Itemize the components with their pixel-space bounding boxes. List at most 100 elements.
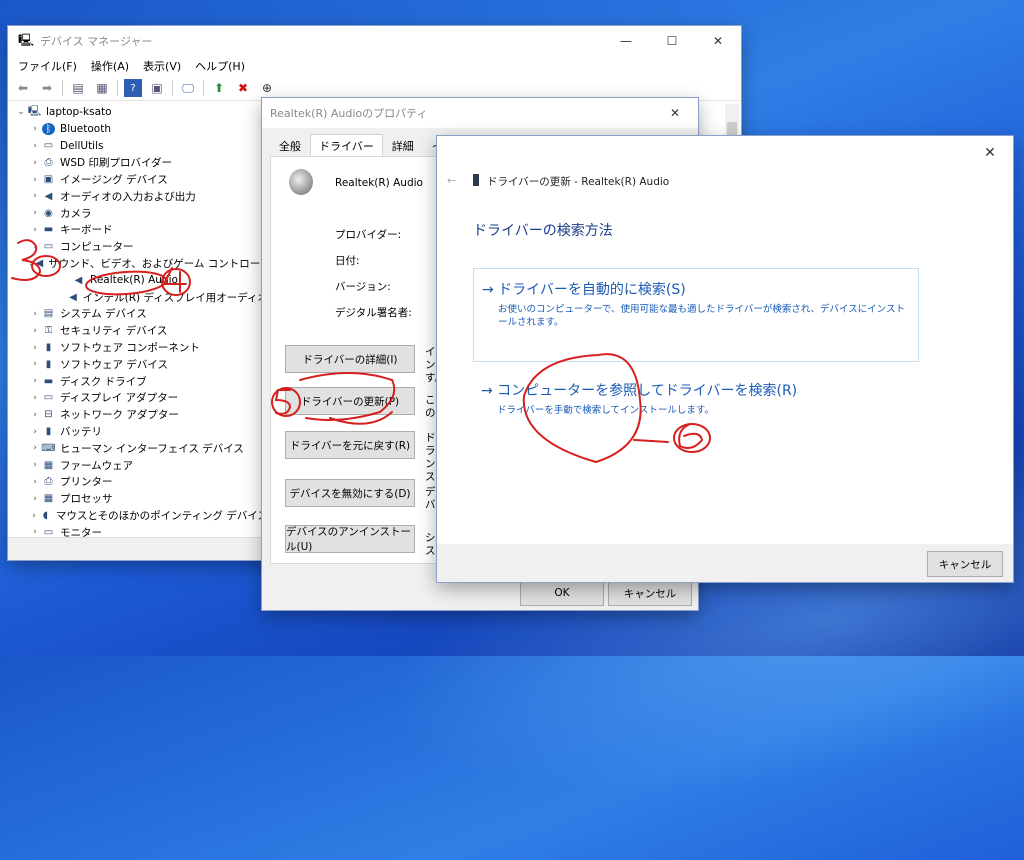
tree-item[interactable]: › ▮ ソフトウェア デバイス	[14, 356, 268, 373]
tree-item[interactable]: › ▦ ファームウェア	[14, 457, 268, 474]
chevron-right-icon[interactable]: ›	[28, 511, 40, 521]
chevron-right-icon[interactable]: ›	[28, 443, 42, 453]
auto-search-option[interactable]: → ドライバーを自動的に検索(S) お使いのコンピューターで、使用可能な最も適し…	[473, 268, 919, 362]
printer-icon: ⎙	[44, 476, 53, 488]
chevron-right-icon[interactable]: ›	[28, 410, 42, 420]
wizard-close-button[interactable]: ✕	[967, 138, 1013, 168]
menu-help[interactable]: ヘルプ(H)	[195, 58, 245, 74]
tree-item[interactable]: › ◉ カメラ	[14, 205, 268, 222]
tree-item[interactable]: › ⊟ ネットワーク アダプター	[14, 406, 268, 423]
tree-item[interactable]: › ⎙ WSD 印刷プロバイダー	[14, 154, 268, 171]
disable-device-button[interactable]: デバイスを無効にする(D)	[285, 479, 415, 507]
speaker-icon: ◀	[44, 190, 53, 202]
camera-icon: ▣	[43, 174, 54, 186]
browse-computer-option[interactable]: → コンピューターを参照してドライバーを検索(R) ドライバーを手動で検索してイ…	[473, 374, 917, 423]
chevron-right-icon[interactable]: ›	[28, 175, 42, 185]
tab-driver[interactable]: ドライバー	[310, 134, 383, 156]
rollback-driver-button[interactable]: ドライバーを元に戻す(R)	[285, 431, 415, 459]
chevron-right-icon[interactable]: ›	[28, 427, 42, 437]
chevron-right-icon[interactable]: ›	[28, 326, 42, 336]
tab-general[interactable]: 全般	[270, 134, 310, 156]
hid-icon: ⌨	[41, 442, 56, 454]
close-button[interactable]: ✕	[695, 26, 741, 56]
tree-item[interactable]: › ▮ バッテリ	[14, 423, 268, 440]
speaker-icon: ◀	[74, 274, 83, 286]
bluetooth-icon: ᛒ	[42, 123, 55, 136]
tree-item-label: Realtek(R) Audio	[90, 274, 178, 287]
tree-item-label: マウスとそのほかのポインティング デバイス	[55, 510, 268, 523]
chevron-right-icon[interactable]: ›	[28, 527, 42, 537]
tree-item[interactable]: › ⌨ ヒューマン インターフェイス デバイス	[14, 440, 268, 457]
tree-item[interactable]: ◀ インテル(R) ディスプレイ用オーディオ	[14, 289, 268, 306]
chevron-right-icon[interactable]: ›	[28, 208, 42, 218]
download-icon[interactable]: ⊕	[258, 79, 276, 97]
wizard-cancel-button[interactable]: キャンセル	[927, 551, 1003, 577]
view-icon[interactable]: ▣	[148, 79, 166, 97]
chevron-right-icon[interactable]: ›	[28, 124, 42, 134]
menu-file[interactable]: ファイル(F)	[18, 58, 77, 74]
printer-icon: ⎙	[44, 157, 53, 169]
maximize-button[interactable]: ☐	[649, 26, 695, 56]
tree-item-label: コンピューター	[60, 241, 134, 254]
console-tree-icon[interactable]: ▤	[69, 79, 87, 97]
help-icon[interactable]: ?	[124, 79, 142, 97]
tree-item-label: ファームウェア	[60, 459, 134, 472]
chevron-right-icon[interactable]: ›	[28, 359, 42, 369]
back-arrow-icon[interactable]: ←	[447, 174, 456, 187]
chevron-right-icon[interactable]: ›	[28, 242, 42, 252]
tree-item[interactable]: › ᛒ Bluetooth	[14, 121, 268, 138]
back-arrow-icon[interactable]: ⬅	[14, 79, 32, 97]
minimize-button[interactable]: —	[603, 26, 649, 56]
ok-button[interactable]: OK	[520, 580, 604, 606]
properties-close-button[interactable]: ✕	[652, 98, 698, 128]
chevron-right-icon[interactable]: ›	[28, 393, 42, 403]
tree-item[interactable]: › ◀ オーディオの入力および出力	[14, 188, 268, 205]
chevron-right-icon[interactable]: ›	[28, 494, 42, 504]
properties-cancel-button[interactable]: キャンセル	[608, 580, 692, 606]
tree-item[interactable]: › ▬ ディスク ドライブ	[14, 373, 268, 390]
uninstall-device-button[interactable]: デバイスのアンインストール(U)	[285, 525, 415, 553]
menu-action[interactable]: 操作(A)	[91, 58, 129, 74]
properties-title: Realtek(R) Audioのプロパティ	[270, 107, 428, 120]
tree-item[interactable]: › ◖ マウスとそのほかのポインティング デバイス	[14, 507, 268, 524]
update-driver-icon[interactable]: ⬆	[210, 79, 228, 97]
chevron-right-icon[interactable]: ›	[28, 477, 42, 487]
chevron-down-icon[interactable]: ⌄	[28, 259, 36, 269]
tree-item[interactable]: › ⚿ セキュリティ デバイス	[14, 322, 268, 339]
tree-item[interactable]: ⌄ 🖳 laptop-ksato	[14, 104, 268, 121]
forward-arrow-icon[interactable]: ➡	[38, 79, 56, 97]
tree-item[interactable]: › ▭ DellUtils	[14, 138, 268, 155]
tree-item[interactable]: ⌄ ◀ サウンド、ビデオ、およびゲーム コントローラー	[14, 255, 281, 272]
scan-hardware-icon[interactable]: 🖵	[179, 79, 197, 97]
properties-tabs: 全般 ドライバー 詳細 イベ	[270, 134, 463, 156]
chevron-right-icon[interactable]: ›	[28, 158, 42, 168]
toolbar-separator	[117, 80, 118, 96]
chevron-right-icon[interactable]: ›	[28, 309, 42, 319]
menu-view[interactable]: 表示(V)	[143, 58, 181, 74]
tree-item[interactable]: › ▭ ディスプレイ アダプター	[14, 390, 268, 407]
tree-item[interactable]: › ⎙ プリンター	[14, 474, 268, 491]
device-icon	[473, 174, 479, 186]
driver-details-button[interactable]: ドライバーの詳細(I)	[285, 345, 415, 373]
uninstall-device-icon[interactable]: ✖	[234, 79, 252, 97]
monitor-icon: ▭	[43, 140, 54, 152]
tree-item[interactable]: › ▦ プロセッサ	[14, 490, 268, 507]
chevron-right-icon[interactable]: ›	[28, 191, 42, 201]
tree-item[interactable]: › ▭ コンピューター	[14, 238, 268, 255]
chevron-right-icon[interactable]: ›	[28, 376, 42, 386]
tree-item[interactable]: › ▤ システム デバイス	[14, 306, 268, 323]
tree-item[interactable]: › ▣ イメージング デバイス	[14, 171, 268, 188]
properties-titlebar: Realtek(R) Audioのプロパティ ✕	[262, 98, 698, 128]
chevron-right-icon[interactable]: ›	[28, 460, 42, 470]
chevron-down-icon[interactable]: ⌄	[14, 107, 28, 117]
component-icon: ▮	[45, 358, 52, 370]
chevron-right-icon[interactable]: ›	[28, 343, 42, 353]
chevron-right-icon[interactable]: ›	[28, 225, 42, 235]
tree-item[interactable]: › ▮ ソフトウェア コンポーネント	[14, 339, 268, 356]
update-driver-button[interactable]: ドライバーの更新(P)	[285, 387, 415, 415]
properties-icon[interactable]: ▦	[93, 79, 111, 97]
tree-item[interactable]: ◀ Realtek(R) Audio	[14, 272, 268, 289]
chevron-right-icon[interactable]: ›	[28, 141, 42, 151]
tab-details[interactable]: 詳細	[383, 134, 423, 156]
tree-item[interactable]: › ▬ キーボード	[14, 222, 268, 239]
